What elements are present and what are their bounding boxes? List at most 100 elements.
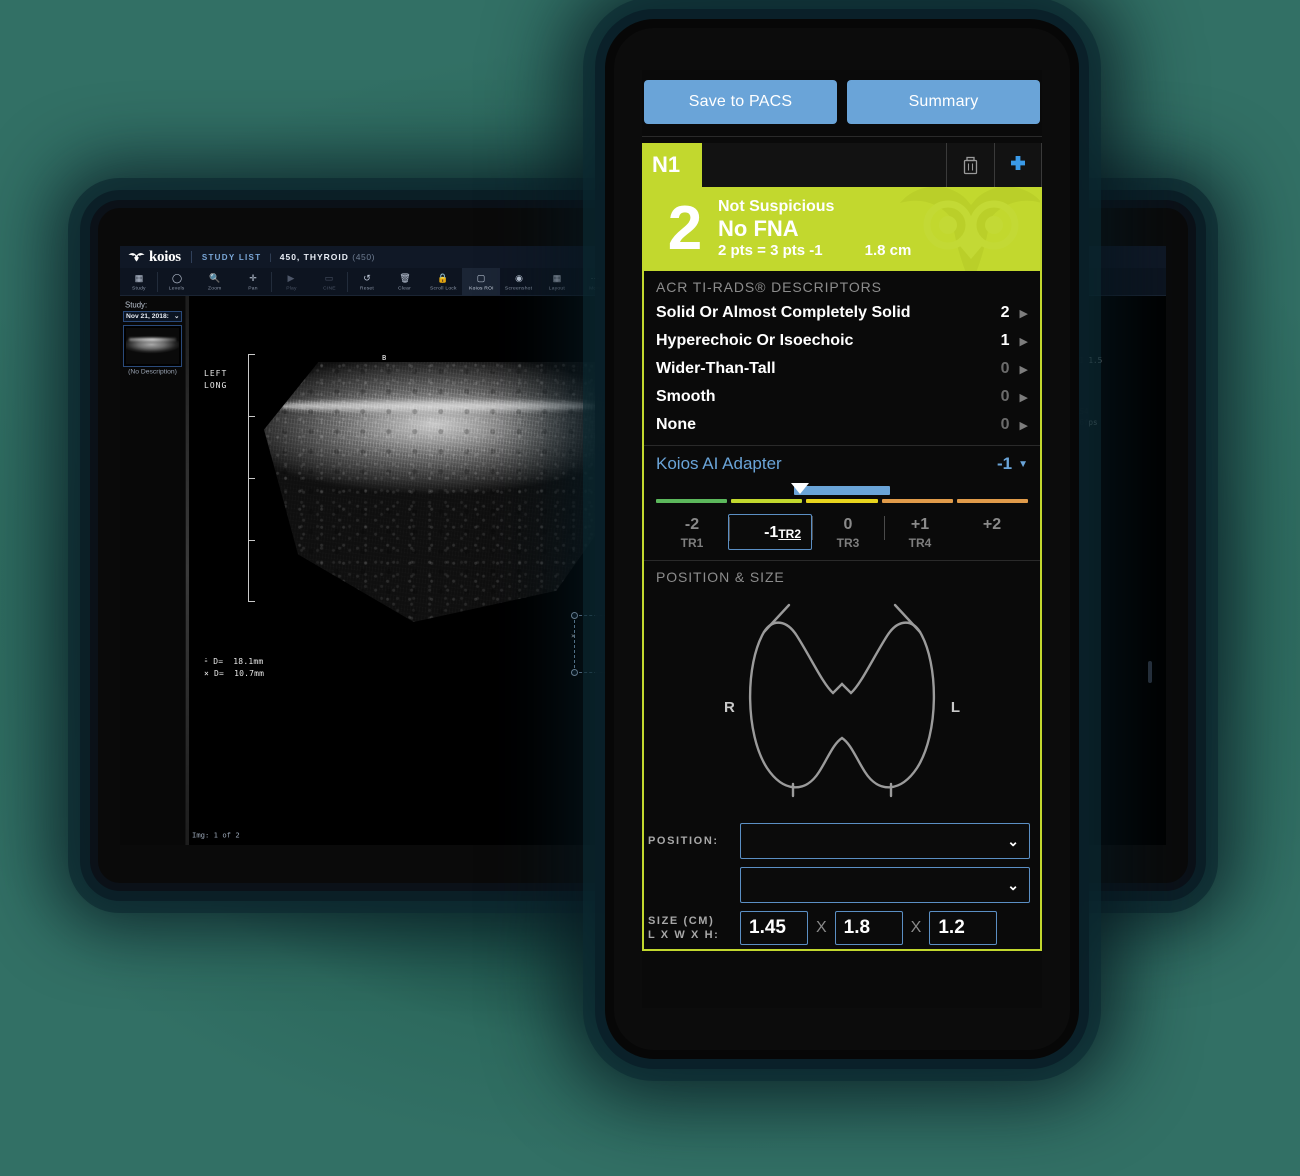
slider-tick[interactable]: +1 TR4 — [884, 514, 956, 550]
position-label: POSITION: — [648, 835, 719, 847]
toolbar-koios-roi[interactable]: ▢ Koios ROI — [462, 267, 500, 296]
tick-value: 0 — [843, 516, 853, 533]
ai-adapter-title: Koios AI Adapter — [656, 454, 782, 473]
size-length-input[interactable]: 1.45 — [740, 911, 808, 945]
position-select-2[interactable]: ⌄ — [740, 867, 1030, 903]
move-icon: ✛ — [249, 273, 257, 283]
chevron-right-icon: ▶ — [1019, 391, 1028, 404]
chevron-right-icon: ▶ — [1019, 335, 1028, 348]
descriptor-value: 0 — [1000, 388, 1010, 405]
thyroid-left-label: L — [950, 699, 960, 716]
descriptor-row[interactable]: Wider-Than-Tall 0 ▶ — [644, 355, 1040, 383]
tirads-score: 2 — [667, 194, 703, 263]
ai-adapter-section: Koios AI Adapter -1 ▼ -2 TR1 -1 TR2 0 TR… — [644, 445, 1040, 552]
descriptors-title: ACR TI-RADS® DESCRIPTORS — [656, 279, 882, 295]
study-list-link[interactable]: STUDY LIST — [202, 253, 262, 262]
descriptor-name: Hyperechoic Or Isoechoic — [656, 332, 854, 349]
study-date-select[interactable]: Nov 21, 2018: ⌄ — [123, 311, 182, 322]
viewport-edge — [186, 296, 189, 845]
tick-tr: TR3 — [836, 536, 860, 550]
toolbar-levels[interactable]: ◯ Levels — [158, 268, 196, 296]
slider-tick[interactable]: 0 TR3 — [812, 514, 884, 550]
brand-text: koios — [149, 248, 181, 265]
koios-logo: koios — [128, 249, 181, 266]
chevron-down-icon[interactable]: ▼ — [1018, 459, 1028, 470]
study-thumbnail[interactable] — [123, 325, 182, 367]
toolbar-study[interactable]: ▦ Study — [120, 268, 158, 296]
summary-button[interactable]: Summary — [847, 80, 1040, 124]
lock-icon: 🔒 — [437, 273, 449, 283]
size-width-input[interactable]: 1.8 — [834, 911, 903, 945]
toolbar-label: Zoom — [208, 284, 222, 290]
ultrasound-image[interactable]: ⨯ ⨯ ⨯ ⨯ Nodule 1 TRV — [264, 362, 707, 711]
scrollbar-thumb[interactable] — [1148, 661, 1152, 683]
slider-knob[interactable] — [790, 483, 809, 494]
position-select[interactable]: ⌄ — [740, 823, 1030, 859]
toolbar-label: Scroll Lock — [429, 284, 457, 290]
descriptor-row[interactable]: Smooth 0 ▶ — [644, 383, 1040, 411]
toolbar-label: Clear — [398, 284, 412, 290]
nodule-card: 2 Not Suspicious No FNA 2 pts = 3 pts -1… — [642, 187, 1042, 951]
toolbar-layout[interactable]: ▦ Layout — [538, 268, 576, 296]
toolbar-cine[interactable]: ▭ CINE — [310, 268, 348, 296]
roi-handle-tl[interactable] — [571, 612, 578, 619]
tick-tr: TR2 — [778, 527, 801, 541]
position-row-2: ⌄ — [644, 863, 1040, 907]
plus-icon — [1011, 156, 1025, 170]
descriptor-row[interactable]: None 0 ▶ — [644, 411, 1040, 439]
descriptor-row[interactable]: Solid Or Almost Completely Solid 2 ▶ — [644, 299, 1040, 327]
toolbar-pan[interactable]: ✛ Pan — [234, 268, 272, 296]
ai-adapter-slider[interactable] — [656, 480, 1029, 514]
grid-icon: ▦ — [134, 273, 144, 283]
size-separator: X — [910, 919, 922, 936]
size-row: SIZE (CM) L X W X H: 1.45 X 1.8 X 1.2 — [644, 907, 1040, 949]
tick-tr: TR4 — [908, 536, 932, 550]
size-label-line2: L X W X H: — [648, 929, 720, 941]
nav-pipe: | — [269, 252, 272, 262]
descriptor-name: None — [656, 416, 696, 433]
study-sidebar: Study: Nov 21, 2018: ⌄ (No Description) — [120, 296, 186, 845]
risk-banner: 2 Not Suspicious No FNA 2 pts = 3 pts -1… — [644, 187, 1040, 271]
patient-title: 450, THYROID (450) — [280, 252, 375, 262]
orientation-label: LEFT LONG — [204, 369, 228, 390]
toolbar-zoom[interactable]: 🔍 Zoom — [196, 268, 234, 296]
toolbar-scroll-lock[interactable]: 🔒 Scroll Lock — [424, 268, 462, 296]
thyroid-outline-icon — [748, 603, 936, 798]
roi-handle-bl[interactable] — [571, 669, 578, 676]
slider-tick[interactable]: +2 — [956, 514, 1028, 550]
save-to-pacs-button[interactable]: Save to PACS — [644, 80, 837, 124]
thyroid-diagram[interactable]: R L — [644, 589, 1040, 819]
nodule-tab-row: N1 — [642, 143, 1042, 187]
toolbar-screenshot[interactable]: ◉ Screenshot — [500, 268, 538, 296]
banner-text: Not Suspicious No FNA 2 pts = 3 pts -1 1… — [718, 197, 911, 261]
caliper-marker: ⨯ — [571, 632, 576, 640]
nodule-tab-n1[interactable]: N1 — [642, 143, 702, 187]
patient-name: 450, THYROID — [279, 252, 349, 262]
action-buttons: Save to PACS Summary — [642, 70, 1042, 136]
tick-value: -1 — [764, 524, 779, 541]
size-height-input[interactable]: 1.2 — [929, 911, 998, 945]
ellipsis-icon: ⋯ — [590, 273, 600, 283]
layout-icon: ▦ — [552, 273, 562, 283]
screenshot-stage: koios STUDY LIST | 450, THYROID (450) ▦ … — [0, 0, 1300, 1176]
toolbar-label: More — [588, 284, 602, 290]
toolbar-play[interactable]: ▶ Play — [272, 268, 310, 296]
slider-segment — [656, 499, 728, 503]
play-icon: ▶ — [287, 273, 295, 283]
slider-segment — [956, 499, 1029, 503]
slider-tick[interactable]: -2 TR1 — [656, 514, 728, 550]
image-counter: Img: 1 of 2 — [192, 831, 240, 840]
position-row: POSITION: ⌄ — [644, 819, 1040, 863]
descriptor-row[interactable]: Hyperechoic Or Isoechoic 1 ▶ — [644, 327, 1040, 355]
delete-nodule-button[interactable] — [946, 143, 994, 187]
toolbar-label: Koios ROI — [468, 284, 494, 290]
ultrasound-speckle — [264, 362, 604, 622]
toolbar-more[interactable]: ⋯ More — [576, 268, 614, 296]
toolbar-clear[interactable]: 🗑 Clear — [386, 268, 424, 296]
chevron-down-icon: ⌄ — [1007, 832, 1019, 849]
toolbar-reset[interactable]: ↺ Reset — [348, 268, 386, 296]
toolbar-label: Screenshot — [505, 284, 533, 290]
b-mode-marker: B — [382, 354, 387, 362]
add-nodule-button[interactable] — [994, 143, 1042, 187]
slider-tick[interactable]: -1 TR2 — [728, 514, 812, 550]
